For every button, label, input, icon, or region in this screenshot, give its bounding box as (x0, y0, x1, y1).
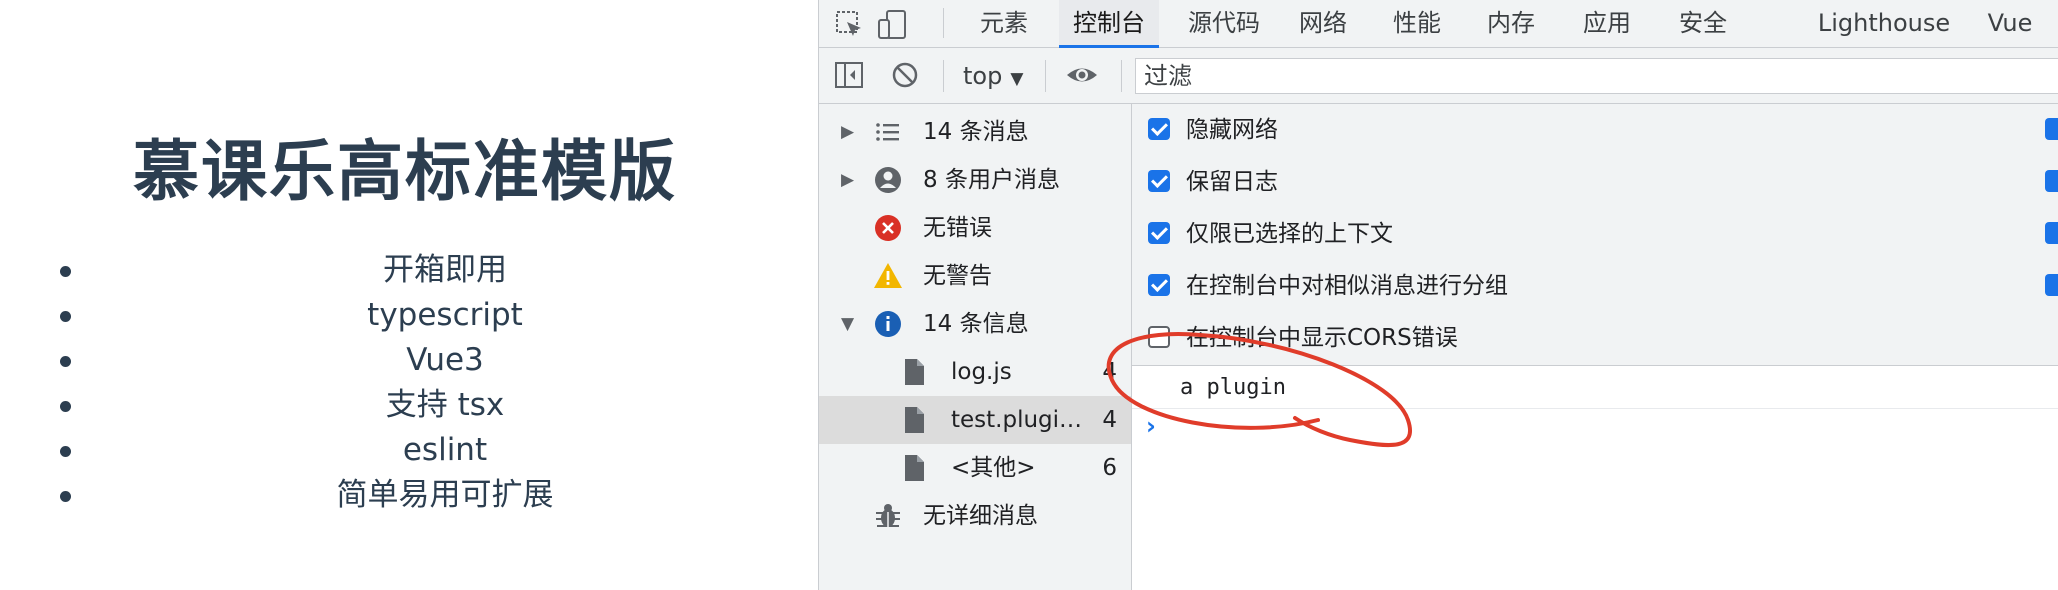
file-icon (905, 455, 924, 481)
checkbox-checked[interactable] (2045, 274, 2058, 296)
tab-console[interactable]: 控制台 (1059, 0, 1159, 48)
tab-vue[interactable]: Vue (1975, 0, 2045, 48)
devtools-tabbar: 元素 控制台 源代码 网络 性能 内存 应用 安全 Lighthouse Vue (819, 0, 2058, 48)
tab-application[interactable]: 应用 (1569, 0, 1645, 48)
toolbar-divider (1045, 60, 1046, 92)
slide-preview: 慕课乐高标准模版 开箱即用 typescript Vue3 支持 tsx esl… (0, 0, 818, 590)
expand-arrow-icon[interactable]: ▶ (841, 170, 854, 190)
sidebar-item-user-messages[interactable]: ▶ 8 条用户消息 (819, 156, 1131, 204)
checkbox-checked[interactable] (2045, 118, 2058, 140)
sidebar-item-file-log[interactable]: log.js 4 (819, 348, 1131, 396)
list-icon (876, 123, 899, 141)
collapse-arrow-icon[interactable]: ▼ (841, 314, 854, 334)
checkbox-checked[interactable] (1148, 222, 1170, 244)
bullet-icon (60, 446, 71, 457)
bullet-icon (60, 491, 71, 502)
sidebar-item-info[interactable]: ▼ 14 条信息 (819, 300, 1131, 348)
sidebar-item-messages[interactable]: ▶ 14 条消息 (819, 108, 1131, 156)
checkbox-checked[interactable] (1148, 274, 1170, 296)
devtools-window: 元素 控制台 源代码 网络 性能 内存 应用 安全 Lighthouse Vue… (818, 0, 2058, 590)
chevron-down-icon: ▼ (1010, 69, 1024, 89)
slide-feature-list: 开箱即用 typescript Vue3 支持 tsx eslint 简单易用可… (0, 248, 810, 518)
sidebar-item-file-other[interactable]: <其他> 6 (819, 444, 1131, 492)
tab-elements[interactable]: 元素 (959, 0, 1049, 48)
sidebar-item-verbose[interactable]: 无详细消息 (819, 492, 1131, 540)
file-icon (905, 407, 924, 433)
clear-console-icon[interactable] (889, 59, 923, 93)
list-item: typescript (0, 293, 810, 338)
bug-icon (876, 504, 900, 527)
list-item: 开箱即用 (0, 248, 810, 293)
console-message-row: a plugin (1132, 367, 2058, 409)
tab-network[interactable]: 网络 (1285, 0, 1361, 48)
toolbar-divider (1121, 60, 1122, 92)
tab-memory[interactable]: 内存 (1473, 0, 1549, 48)
list-item: 简单易用可扩展 (0, 473, 810, 518)
checkbox-checked[interactable] (1148, 118, 1170, 140)
sidebar-item-warnings[interactable]: 无警告 (819, 252, 1131, 300)
tab-security[interactable]: 安全 (1665, 0, 1741, 48)
toolbar-divider (943, 8, 944, 38)
console-panel: 隐藏网络 保留日志 仅限已选择的上下文 在控制台中对相似消息进行分组 在控制台中… (1132, 104, 2058, 590)
console-sidebar: ▶ 14 条消息 ▶ 8 条用户消息 无错误 无警告 ▼ 14 条信息 log.… (819, 104, 1132, 590)
error-icon (875, 215, 901, 241)
bullet-icon (60, 311, 71, 322)
checkbox-checked[interactable] (2045, 222, 2058, 244)
bullet-icon (60, 401, 71, 412)
checkbox-checked[interactable] (1148, 170, 1170, 192)
toolbar-divider (943, 60, 944, 92)
prompt-chevron-icon: › (1146, 412, 1156, 440)
console-settings: 隐藏网络 保留日志 仅限已选择的上下文 在控制台中对相似消息进行分组 在控制台中… (1132, 104, 2058, 366)
tab-lighthouse[interactable]: Lighthouse (1809, 0, 1959, 48)
list-item: Vue3 (0, 338, 810, 383)
checkbox-unchecked[interactable] (1148, 326, 1170, 348)
filter-input[interactable] (1135, 58, 2058, 94)
bullet-icon (60, 356, 71, 367)
sidebar-toggle-icon[interactable] (833, 59, 867, 93)
user-icon (875, 167, 901, 193)
console-toolbar: top ▼ (819, 48, 2058, 104)
sidebar-item-errors[interactable]: 无错误 (819, 204, 1131, 252)
warning-icon (874, 263, 902, 288)
expand-arrow-icon[interactable]: ▶ (841, 122, 854, 142)
device-toolbar-icon[interactable] (875, 8, 909, 42)
tab-performance[interactable]: 性能 (1379, 0, 1455, 48)
sidebar-item-file-test-plugin[interactable]: test.plugi… 4 (819, 396, 1131, 444)
bullet-icon (60, 266, 71, 277)
list-item: eslint (0, 428, 810, 473)
info-icon (875, 311, 901, 337)
console-prompt[interactable]: › (1132, 410, 2058, 446)
tab-sources[interactable]: 源代码 (1169, 0, 1279, 48)
list-item: 支持 tsx (0, 383, 810, 428)
file-icon (905, 359, 924, 385)
inspect-element-icon[interactable] (833, 8, 867, 42)
checkbox-checked[interactable] (2045, 170, 2058, 192)
context-selector[interactable]: top ▼ (963, 60, 1023, 92)
slide-title: 慕课乐高标准模版 (133, 133, 677, 210)
live-expression-eye-icon[interactable] (1065, 59, 1099, 93)
